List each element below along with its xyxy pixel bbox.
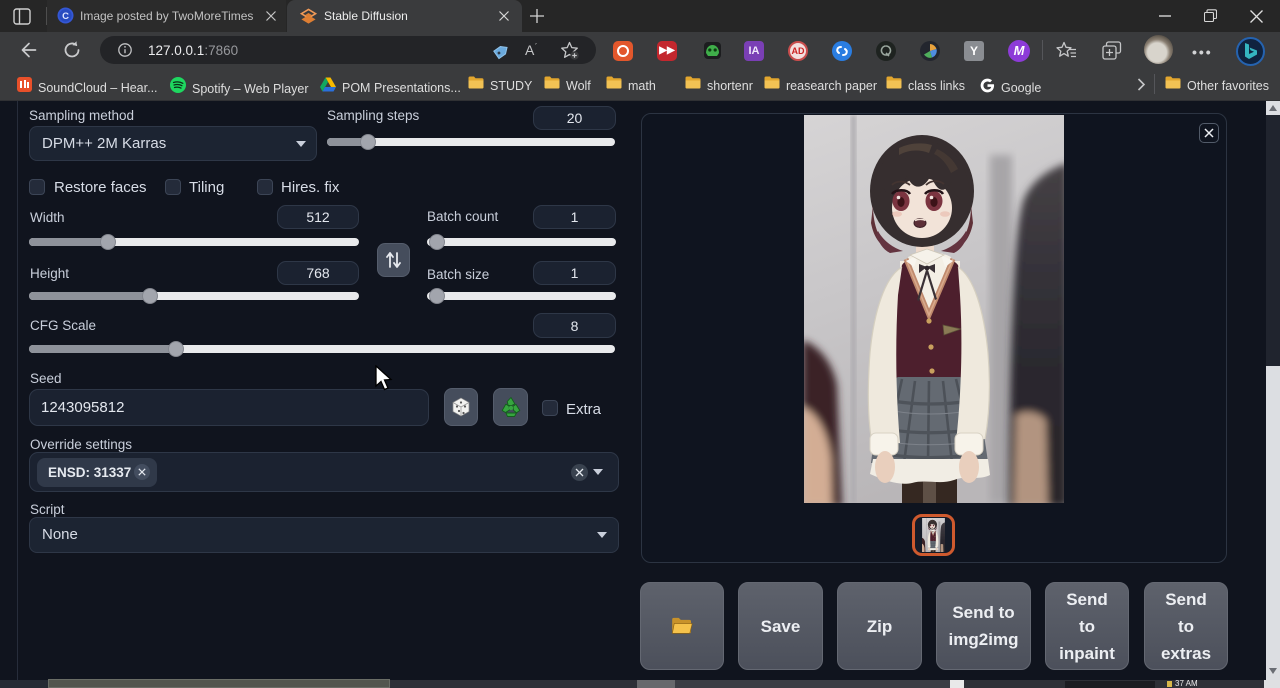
svg-text:C: C <box>62 11 69 22</box>
